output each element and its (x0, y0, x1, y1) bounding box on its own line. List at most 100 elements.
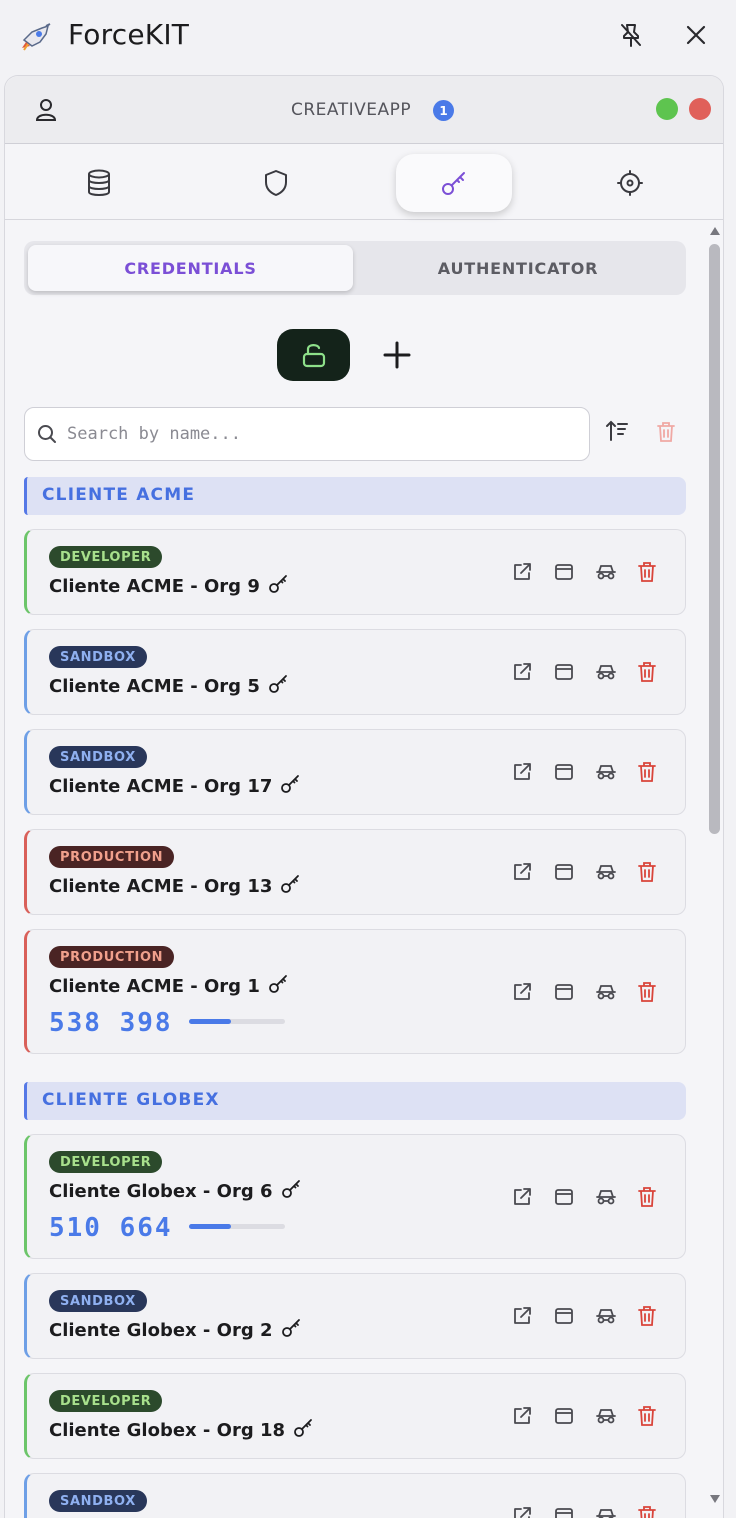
org-card[interactable]: SANDBOX Cliente ACME - Org 17 (24, 729, 686, 815)
org-header: CREATIVEAPP 1 (5, 76, 723, 144)
incognito-button[interactable] (593, 1403, 619, 1429)
tab-database[interactable] (41, 154, 157, 212)
open-org-button[interactable] (509, 1303, 535, 1329)
user-icon[interactable] (33, 96, 59, 122)
org-type-badge: PRODUCTION (49, 946, 175, 968)
open-org-button[interactable] (509, 1503, 535, 1518)
scrollbar-thumb[interactable] (709, 244, 720, 834)
scroll-down-arrow[interactable] (709, 1494, 721, 1504)
delete-org-button[interactable] (634, 659, 660, 685)
delete-org-button[interactable] (634, 1503, 660, 1518)
open-org-button[interactable] (509, 559, 535, 585)
external-link-icon (514, 1407, 531, 1424)
org-card[interactable]: SANDBOX Cliente Globex - Org 2 (24, 1273, 686, 1359)
group-header[interactable]: CLIENTE ACME (24, 477, 686, 515)
unlock-icon (302, 344, 325, 368)
open-org-button[interactable] (509, 1184, 535, 1210)
open-window-button[interactable] (551, 859, 577, 885)
delete-org-button[interactable] (634, 859, 660, 885)
org-name: Cliente ACME - Org 17 (49, 776, 273, 797)
delete-org-button[interactable] (634, 1403, 660, 1429)
add-credential-button[interactable] (377, 333, 417, 377)
status-dot-green[interactable] (656, 98, 678, 120)
tab-security[interactable] (218, 154, 334, 212)
open-org-button[interactable] (509, 659, 535, 685)
incognito-button[interactable] (593, 559, 619, 585)
trash-icon (638, 1306, 656, 1326)
org-card[interactable]: DEVELOPER Cliente ACME - Org 9 (24, 529, 686, 615)
org-name: Cliente ACME - Org 1 (49, 976, 260, 997)
segment-authenticator[interactable]: AUTHENTICATOR (353, 245, 683, 291)
org-card[interactable]: DEVELOPER Cliente Globex - Org 18 (24, 1373, 686, 1459)
unlock-button[interactable] (277, 329, 350, 381)
trash-icon (638, 662, 656, 682)
open-window-button[interactable] (551, 1303, 577, 1329)
status-dot-red[interactable] (689, 98, 711, 120)
database-icon (88, 169, 110, 196)
unpin-button[interactable] (616, 20, 646, 50)
delete-org-button[interactable] (634, 1184, 660, 1210)
delete-org-button[interactable] (634, 979, 660, 1005)
group-header[interactable]: CLIENTE GLOBEX (24, 1082, 686, 1120)
segment-credentials[interactable]: CREDENTIALS (28, 245, 353, 291)
otp-code[interactable]: 538 398 (49, 1008, 173, 1038)
open-org-button[interactable] (509, 859, 535, 885)
open-window-button[interactable] (551, 1503, 577, 1518)
plus-icon (383, 341, 411, 369)
org-card[interactable]: DEVELOPER Cliente Globex - Org 6 510 664 (24, 1134, 686, 1259)
org-card[interactable]: SANDBOX Cliente ACME - Org 5 (24, 629, 686, 715)
incognito-button[interactable] (593, 979, 619, 1005)
org-type-badge: SANDBOX (49, 746, 147, 768)
org-card[interactable]: SANDBOX (24, 1473, 686, 1518)
scroll-up-arrow[interactable] (709, 226, 721, 236)
window-icon (555, 864, 573, 880)
trash-icon (638, 862, 656, 882)
key-icon (293, 1418, 315, 1438)
org-name[interactable]: CREATIVEAPP (291, 100, 411, 120)
incognito-icon (596, 1309, 616, 1324)
org-name: Cliente ACME - Org 9 (49, 576, 260, 597)
delete-org-button[interactable] (634, 559, 660, 585)
org-type-badge: SANDBOX (49, 1490, 147, 1512)
open-window-button[interactable] (551, 759, 577, 785)
delete-all-button[interactable] (656, 421, 676, 443)
open-window-button[interactable] (551, 659, 577, 685)
delete-org-button[interactable] (634, 759, 660, 785)
key-icon (268, 674, 290, 694)
incognito-button[interactable] (593, 859, 619, 885)
org-type-badge: DEVELOPER (49, 1390, 163, 1412)
group-name: CLIENTE ACME (42, 485, 196, 505)
incognito-button[interactable] (593, 759, 619, 785)
tab-credentials[interactable] (396, 154, 512, 212)
sort-button[interactable] (605, 419, 629, 443)
incognito-button[interactable] (593, 659, 619, 685)
open-org-button[interactable] (509, 1403, 535, 1429)
org-card[interactable]: PRODUCTION Cliente ACME - Org 13 (24, 829, 686, 915)
org-name: Cliente ACME - Org 5 (49, 676, 260, 697)
trash-icon (638, 562, 656, 582)
delete-org-button[interactable] (634, 1303, 660, 1329)
incognito-button[interactable] (593, 1503, 619, 1518)
tab-settings[interactable] (572, 154, 688, 212)
sort-icon (606, 420, 628, 441)
close-button[interactable] (681, 20, 711, 50)
open-window-button[interactable] (551, 1403, 577, 1429)
window-icon (555, 1308, 573, 1324)
open-org-button[interactable] (509, 759, 535, 785)
key-icon (268, 974, 290, 994)
search-input[interactable] (67, 408, 577, 460)
trash-icon (638, 762, 656, 782)
open-window-button[interactable] (551, 979, 577, 1005)
open-window-button[interactable] (551, 559, 577, 585)
key-icon (280, 774, 302, 794)
key-icon (281, 1179, 303, 1199)
incognito-icon (596, 1409, 616, 1424)
org-type-badge: SANDBOX (49, 646, 147, 668)
open-org-button[interactable] (509, 979, 535, 1005)
incognito-button[interactable] (593, 1184, 619, 1210)
open-window-button[interactable] (551, 1184, 577, 1210)
otp-code[interactable]: 510 664 (49, 1213, 173, 1243)
trash-icon (638, 1406, 656, 1426)
org-card[interactable]: PRODUCTION Cliente ACME - Org 1 538 398 (24, 929, 686, 1054)
incognito-button[interactable] (593, 1303, 619, 1329)
